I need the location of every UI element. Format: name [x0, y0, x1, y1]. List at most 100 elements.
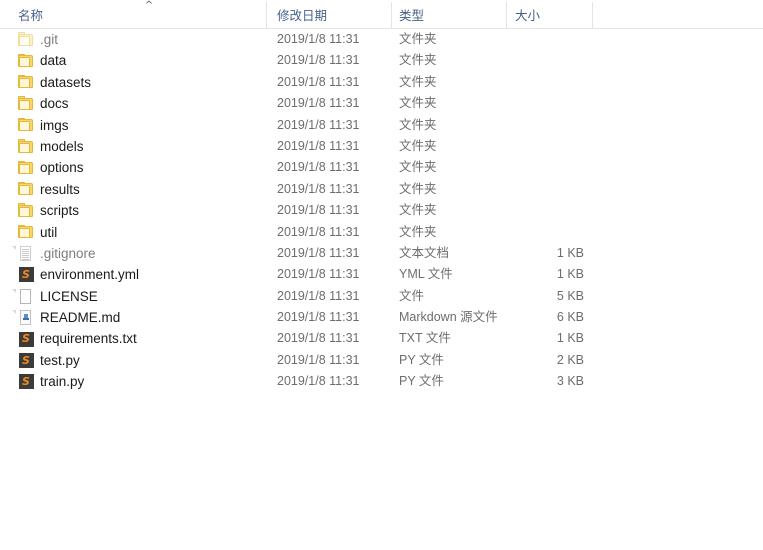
- file-name-label: datasets: [40, 74, 92, 90]
- file-name-label: requirements.txt: [40, 331, 137, 347]
- file-list-row[interactable]: datasets 2019/1/8 11:31 文件夹: [0, 72, 763, 93]
- file-date-modified: 2019/1/8 11:31: [277, 117, 360, 132]
- file-icon-container: [18, 117, 34, 133]
- file-type: 文件夹: [399, 74, 437, 89]
- column-divider-3[interactable]: [506, 2, 507, 28]
- file-name-cell[interactable]: util: [0, 222, 57, 243]
- file-list-row[interactable]: models 2019/1/8 11:31 文件夹: [0, 136, 763, 157]
- file-name-cell[interactable]: docs: [0, 93, 69, 114]
- file-name-cell[interactable]: README.md: [0, 307, 120, 328]
- file-name-cell[interactable]: Strain.py: [0, 371, 84, 392]
- file-size: 5 KB: [556, 288, 584, 303]
- file-size: [506, 93, 584, 114]
- file-icon-container: [18, 203, 34, 219]
- column-header-type-label: 类型: [399, 9, 425, 23]
- file-size: 1 KB: [556, 331, 584, 346]
- file-list-row[interactable]: results 2019/1/8 11:31 文件夹: [0, 179, 763, 200]
- file-list-row[interactable]: Strain.py 2019/1/8 11:31 PY 文件 3 KB: [0, 371, 763, 392]
- file-list-row[interactable]: Stest.py 2019/1/8 11:31 PY 文件 2 KB: [0, 350, 763, 371]
- file-list-row[interactable]: docs 2019/1/8 11:31 文件夹: [0, 93, 763, 114]
- file-name-label: docs: [40, 96, 69, 112]
- file-icon-container: [18, 181, 34, 197]
- file-type: 文件夹: [399, 138, 437, 153]
- file-size: [506, 222, 584, 243]
- column-header-date-modified[interactable]: 修改日期: [277, 0, 327, 29]
- file-name-label: results: [40, 181, 80, 197]
- file-list-row[interactable]: scripts 2019/1/8 11:31 文件夹: [0, 200, 763, 221]
- file-size: 1 KB: [556, 245, 584, 260]
- column-header-name-label: 名称: [18, 9, 44, 23]
- file-date-modified: 2019/1/8 11:31: [277, 310, 360, 325]
- file-size: 2 KB: [556, 352, 584, 367]
- file-size: 3 KB: [556, 374, 584, 389]
- file-size: [506, 179, 584, 200]
- file-size: 1 KB: [556, 267, 584, 282]
- file-name-label: .git: [40, 32, 59, 47]
- file-icon-container: S: [18, 374, 34, 390]
- file-date-modified: 2019/1/8 11:31: [277, 203, 360, 218]
- column-header-size-label: 大小: [515, 9, 541, 23]
- column-divider-1[interactable]: [266, 2, 267, 28]
- file-name-cell[interactable]: Srequirements.txt: [0, 328, 137, 349]
- file-type: PY 文件: [399, 374, 444, 389]
- file-type: 文件夹: [399, 53, 437, 68]
- file-list-row[interactable]: .git 2019/1/8 11:31 文件夹: [0, 29, 763, 50]
- file-list-row[interactable]: data 2019/1/8 11:31 文件夹: [0, 50, 763, 71]
- file-list-row[interactable]: .gitignore 2019/1/8 11:31 文本文档 1 KB: [0, 243, 763, 264]
- file-list-row[interactable]: util 2019/1/8 11:31 文件夹: [0, 222, 763, 243]
- file-name-cell[interactable]: options: [0, 157, 84, 178]
- file-name-label: imgs: [40, 117, 69, 133]
- column-divider-2[interactable]: [391, 2, 392, 28]
- file-icon-container: [12, 288, 34, 304]
- file-icon-container: S: [18, 353, 34, 369]
- file-name-label: train.py: [40, 374, 85, 390]
- sort-ascending-icon[interactable]: ^: [143, 1, 155, 11]
- column-header-name[interactable]: 名称: [18, 0, 43, 29]
- file-name-cell[interactable]: datasets: [0, 72, 91, 93]
- file-name-cell[interactable]: Senvironment.yml: [0, 264, 139, 285]
- file-date-modified: 2019/1/8 11:31: [277, 224, 360, 239]
- file-date-modified: 2019/1/8 11:31: [277, 331, 360, 346]
- file-icon-container: [12, 246, 34, 262]
- column-header-type[interactable]: 类型: [399, 0, 424, 29]
- file-name-label: README.md: [40, 310, 121, 326]
- column-header-size[interactable]: 大小: [515, 0, 540, 29]
- column-header-date-modified-label: 修改日期: [277, 9, 328, 23]
- file-list-row[interactable]: Srequirements.txt 2019/1/8 11:31 TXT 文件 1 K…: [0, 328, 763, 349]
- file-list-row[interactable]: LICENSE 2019/1/8 11:31 文件 5 KB: [0, 286, 763, 307]
- file-name-label: models: [40, 138, 84, 154]
- file-size: [506, 200, 584, 221]
- file-date-modified: 2019/1/8 11:31: [277, 352, 360, 367]
- column-divider-4[interactable]: [592, 2, 593, 28]
- file-name-cell[interactable]: imgs: [0, 115, 69, 136]
- file-type: 文件夹: [399, 160, 437, 175]
- file-type: 文件夹: [399, 117, 437, 132]
- file-name-cell[interactable]: .gitignore: [0, 243, 96, 264]
- file-date-modified: 2019/1/8 11:31: [277, 160, 360, 175]
- file-name-cell[interactable]: results: [0, 179, 80, 200]
- file-type: 文件: [399, 288, 425, 303]
- file-name-label: LICENSE: [40, 288, 98, 304]
- file-type: PY 文件: [399, 352, 444, 367]
- file-name-cell[interactable]: data: [0, 50, 66, 71]
- file-type: 文件夹: [399, 32, 437, 46]
- file-name-cell[interactable]: .git: [0, 29, 58, 50]
- file-name-cell[interactable]: models: [0, 136, 84, 157]
- file-name-label: environment.yml: [40, 267, 140, 283]
- file-name-label: options: [40, 160, 84, 176]
- file-name-label: test.py: [40, 352, 80, 368]
- file-name-cell[interactable]: Stest.py: [0, 350, 80, 371]
- file-list-row[interactable]: Senvironment.yml 2019/1/8 11:31 YML 文件 1 KB: [0, 264, 763, 285]
- file-type: 文件夹: [399, 203, 437, 218]
- file-icon-container: S: [18, 331, 34, 347]
- file-list-row[interactable]: README.md 2019/1/8 11:31 Markdown 源文件 6 KB: [0, 307, 763, 328]
- file-name-label: .gitignore: [40, 245, 96, 261]
- file-icon-container: [18, 32, 34, 48]
- file-list-row[interactable]: options 2019/1/8 11:31 文件夹: [0, 157, 763, 178]
- file-name-cell[interactable]: scripts: [0, 200, 79, 221]
- file-size: [506, 136, 584, 157]
- file-date-modified: 2019/1/8 11:31: [277, 374, 360, 389]
- file-name-cell[interactable]: LICENSE: [0, 286, 98, 307]
- file-list-row[interactable]: imgs 2019/1/8 11:31 文件夹: [0, 115, 763, 136]
- file-size: [506, 72, 584, 93]
